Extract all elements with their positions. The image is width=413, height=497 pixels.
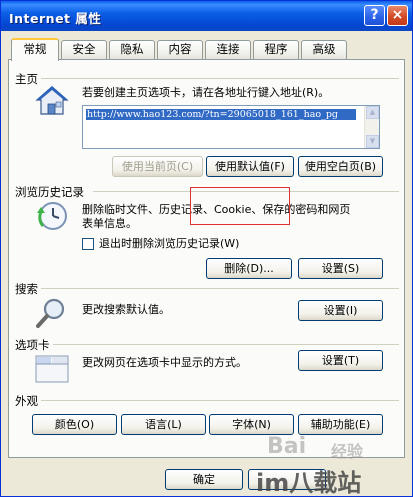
delete-on-exit-label[interactable]: 退出时删除浏览历史记录(W) — [99, 237, 239, 251]
history-section-title: 浏览历史记录 — [15, 185, 84, 199]
appearance-section-title: 外观 — [15, 394, 38, 408]
use-default-button[interactable]: 使用默认值(F) — [206, 156, 294, 177]
delete-history-button[interactable]: 删除(D)... — [206, 258, 292, 279]
highlight-box — [190, 187, 290, 225]
appearance-separator — [41, 400, 399, 401]
internet-properties-dialog: Internet 属性 ? × 常规 安全 隐私 内容 连接 程序 高级 主页 … — [0, 0, 413, 497]
home-separator — [41, 78, 399, 79]
general-panel: 主页 若要创建主页选项卡，请在各地址行键入地址(R)。 http://www.h… — [8, 59, 405, 458]
history-settings-button[interactable]: 设置(S) — [298, 258, 383, 279]
title-bar[interactable]: Internet 属性 ? × — [1, 1, 412, 31]
use-blank-button[interactable]: 使用空白页(B) — [298, 156, 383, 177]
tabs-settings-button[interactable]: 设置(T) — [298, 350, 383, 371]
accessibility-button[interactable]: 辅助功能(E) — [298, 414, 383, 435]
baidu-watermark: Bai — [267, 434, 307, 459]
address-scrollbar[interactable]: ▲ ▼ — [364, 106, 379, 148]
close-button[interactable]: × — [387, 5, 408, 26]
tabs-separator — [53, 344, 399, 345]
tab-privacy[interactable]: 隐私 — [109, 40, 155, 59]
search-section-title: 搜索 — [15, 282, 38, 296]
tab-general[interactable]: 常规 — [11, 38, 59, 61]
use-current-button[interactable]: 使用当前页(C) — [112, 156, 203, 177]
house-icon — [35, 84, 69, 121]
homepage-url-text: http://www.hao123.com/?tn=29065018_161_h… — [86, 109, 356, 120]
tab-programs[interactable]: 程序 — [253, 40, 299, 59]
tabbed-window-icon — [35, 351, 69, 388]
help-button[interactable]: ? — [364, 5, 385, 26]
scroll-down-icon[interactable]: ▼ — [366, 135, 379, 148]
tab-connections[interactable]: 连接 — [205, 40, 251, 59]
clock-history-icon — [37, 200, 71, 237]
search-separator — [41, 288, 399, 289]
search-description: 更改搜索默认值。 — [82, 303, 170, 316]
homepage-address-textarea[interactable]: http://www.hao123.com/?tn=29065018_161_h… — [82, 105, 380, 149]
home-description: 若要创建主页选项卡，请在各地址行键入地址(R)。 — [82, 86, 330, 99]
site-watermark: im八载站 — [256, 469, 362, 497]
window-title: Internet 属性 — [9, 11, 102, 26]
magnifier-icon — [35, 296, 69, 333]
history-description-line2: 表单信息。 — [82, 217, 137, 230]
scroll-up-icon[interactable]: ▲ — [366, 106, 379, 119]
tabs-description: 更改网页在选项卡中显示的方式。 — [82, 356, 247, 369]
colors-button[interactable]: 颜色(O) — [32, 414, 117, 435]
search-settings-button[interactable]: 设置(I) — [298, 300, 383, 321]
tab-strip: 常规 安全 隐私 内容 连接 程序 高级 — [11, 38, 411, 61]
fonts-button[interactable]: 字体(N) — [209, 414, 294, 435]
tab-security[interactable]: 安全 — [61, 40, 107, 59]
tab-advanced[interactable]: 高级 — [301, 40, 347, 59]
delete-on-exit-checkbox[interactable] — [82, 238, 94, 250]
languages-button[interactable]: 语言(L) — [121, 414, 206, 435]
ok-button[interactable]: 确定 — [165, 469, 243, 490]
tab-content[interactable]: 内容 — [157, 40, 203, 59]
jingyan-watermark: 经验 — [331, 442, 364, 461]
